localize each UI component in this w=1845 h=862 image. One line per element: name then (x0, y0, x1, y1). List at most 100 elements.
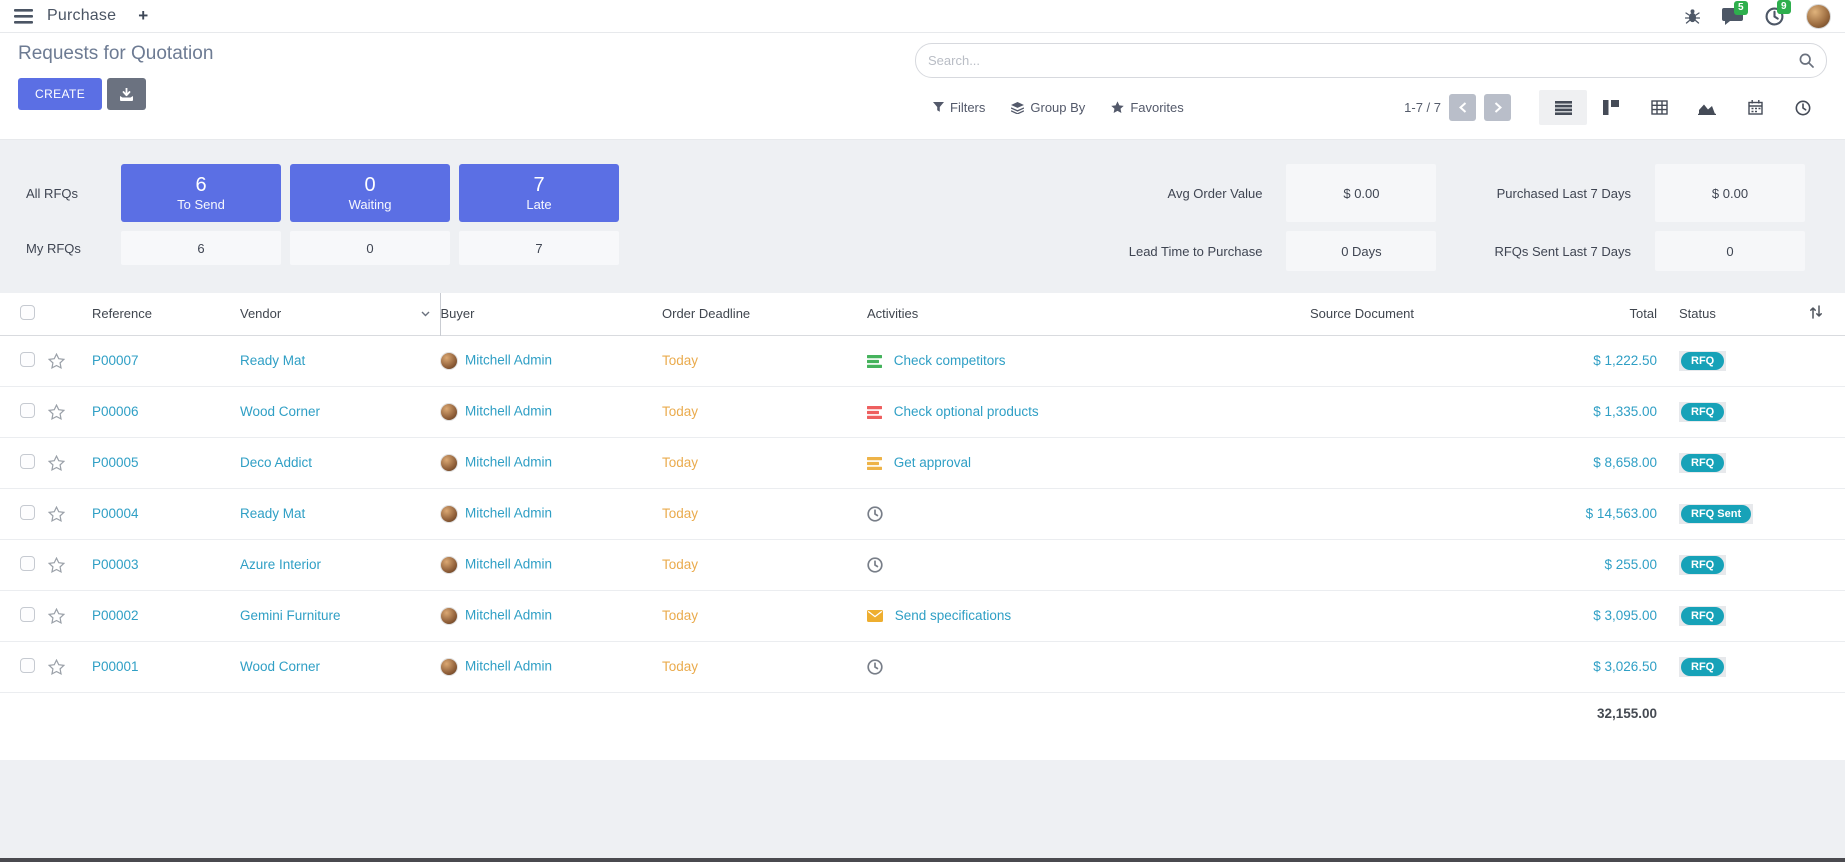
buyer-link[interactable]: Mitchell Admin (465, 658, 552, 673)
activities-clock-icon[interactable]: 9 (1765, 7, 1784, 26)
table-row[interactable]: P00002 Gemini Furniture Mitchell Admin T… (0, 590, 1845, 641)
tile-late[interactable]: 7 Late (459, 164, 619, 222)
activity-label[interactable]: Check competitors (894, 353, 1006, 368)
import-button[interactable] (107, 78, 146, 110)
vendor-link[interactable]: Deco Addict (240, 455, 312, 470)
table-row[interactable]: P00007 Ready Mat Mitchell Admin Today Ch… (0, 335, 1845, 386)
vendor-link[interactable]: Ready Mat (240, 506, 305, 521)
reference-link[interactable]: P00001 (92, 659, 139, 674)
buyer-link[interactable]: Mitchell Admin (465, 403, 552, 418)
row-checkbox[interactable] (20, 607, 35, 622)
favorite-star-icon[interactable] (48, 659, 92, 675)
activity-clock-icon[interactable] (867, 659, 883, 675)
tile-waiting[interactable]: 0 Waiting (290, 164, 450, 222)
tasks-icon[interactable] (867, 355, 882, 368)
create-button[interactable]: CREATE (18, 78, 102, 110)
reference-link[interactable]: P00005 (92, 455, 139, 470)
row-checkbox[interactable] (20, 658, 35, 673)
reference-link[interactable]: P00007 (92, 353, 139, 368)
debug-bug-icon[interactable] (1685, 8, 1700, 24)
envelope-icon[interactable] (867, 610, 883, 622)
tile-to-send[interactable]: 6 To Send (121, 164, 281, 222)
app-menu-title[interactable]: Purchase (47, 7, 116, 25)
reference-link[interactable]: P00004 (92, 506, 139, 521)
list-view-button[interactable] (1539, 90, 1587, 125)
my-late-count[interactable]: 7 (459, 231, 619, 265)
reference-link[interactable]: P00003 (92, 557, 139, 572)
buyer-link[interactable]: Mitchell Admin (465, 454, 552, 469)
column-header-total[interactable]: Total (1477, 293, 1657, 335)
favorite-star-icon[interactable] (48, 455, 92, 471)
window-bottom-edge (0, 858, 1845, 862)
status-badge: RFQ (1681, 352, 1724, 370)
row-checkbox[interactable] (20, 454, 35, 469)
favorites-button[interactable]: Favorites (1111, 100, 1183, 115)
new-tab-plus-icon[interactable]: + (138, 6, 148, 26)
messages-icon[interactable]: 5 (1722, 8, 1743, 25)
optional-columns-icon[interactable] (1809, 305, 1823, 319)
search-icon[interactable] (1799, 53, 1814, 68)
reference-link[interactable]: P00006 (92, 404, 139, 419)
table-row[interactable]: P00006 Wood Corner Mitchell Admin Today … (0, 386, 1845, 437)
favorite-star-icon[interactable] (48, 608, 92, 624)
table-row[interactable]: P00005 Deco Addict Mitchell Admin Today … (0, 437, 1845, 488)
status-badge: RFQ (1681, 454, 1724, 472)
row-checkbox[interactable] (20, 352, 35, 367)
column-header-activities[interactable]: Activities (867, 293, 1247, 335)
messages-count-badge: 5 (1734, 1, 1748, 15)
column-header-vendor[interactable]: Vendor (240, 293, 440, 335)
vendor-link[interactable]: Azure Interior (240, 557, 321, 572)
select-all-checkbox[interactable] (20, 305, 35, 320)
vendor-link[interactable]: Wood Corner (240, 404, 320, 419)
row-checkbox[interactable] (20, 403, 35, 418)
activity-clock-icon[interactable] (867, 506, 883, 522)
activity-label[interactable]: Get approval (894, 455, 971, 470)
column-header-order-deadline[interactable]: Order Deadline (662, 293, 867, 335)
table-row[interactable]: P00001 Wood Corner Mitchell Admin Today … (0, 641, 1845, 692)
row-checkbox[interactable] (20, 505, 35, 520)
vendor-link[interactable]: Gemini Furniture (240, 608, 341, 623)
column-header-buyer[interactable]: Buyer (440, 293, 662, 335)
pager-previous-button[interactable] (1449, 94, 1476, 121)
menu-hamburger-icon[interactable] (14, 9, 33, 24)
favorite-star-icon[interactable] (48, 404, 92, 420)
column-header-reference[interactable]: Reference (92, 293, 240, 335)
reference-link[interactable]: P00002 (92, 608, 139, 623)
favorite-star-icon[interactable] (48, 506, 92, 522)
graph-view-button[interactable] (1683, 90, 1731, 125)
buyer-link[interactable]: Mitchell Admin (465, 505, 552, 520)
tasks-icon[interactable] (867, 457, 882, 470)
column-header-source-document[interactable]: Source Document (1247, 293, 1477, 335)
group-by-layers-icon (1011, 102, 1024, 114)
my-to-send-count[interactable]: 6 (121, 231, 281, 265)
avg-order-value-label: Avg Order Value (1095, 186, 1263, 201)
view-switcher (1539, 90, 1827, 125)
group-by-button[interactable]: Group By (1011, 100, 1085, 115)
buyer-link[interactable]: Mitchell Admin (465, 352, 552, 367)
vendor-link[interactable]: Ready Mat (240, 353, 305, 368)
kanban-view-button[interactable] (1587, 90, 1635, 125)
buyer-link[interactable]: Mitchell Admin (465, 607, 552, 622)
row-checkbox[interactable] (20, 556, 35, 571)
favorite-star-icon[interactable] (48, 557, 92, 573)
activity-label[interactable]: Send specifications (895, 608, 1011, 623)
vendor-link[interactable]: Wood Corner (240, 659, 320, 674)
search-bar[interactable] (915, 43, 1827, 78)
table-row[interactable]: P00004 Ready Mat Mitchell Admin Today $ … (0, 488, 1845, 539)
favorite-star-icon[interactable] (48, 353, 92, 369)
activity-label[interactable]: Check optional products (894, 404, 1039, 419)
buyer-link[interactable]: Mitchell Admin (465, 556, 552, 571)
table-row[interactable]: P00003 Azure Interior Mitchell Admin Tod… (0, 539, 1845, 590)
waiting-count: 0 (364, 174, 375, 197)
calendar-view-button[interactable] (1731, 90, 1779, 125)
column-header-status[interactable]: Status (1657, 293, 1787, 335)
user-avatar[interactable] (1806, 4, 1831, 29)
pivot-view-button[interactable] (1635, 90, 1683, 125)
pager-next-button[interactable] (1484, 94, 1511, 121)
my-waiting-count[interactable]: 0 (290, 231, 450, 265)
activity-view-button[interactable] (1779, 90, 1827, 125)
search-input[interactable] (928, 53, 1799, 68)
filters-button[interactable]: Filters (933, 100, 985, 115)
activity-clock-icon[interactable] (867, 557, 883, 573)
tasks-icon[interactable] (867, 406, 882, 419)
